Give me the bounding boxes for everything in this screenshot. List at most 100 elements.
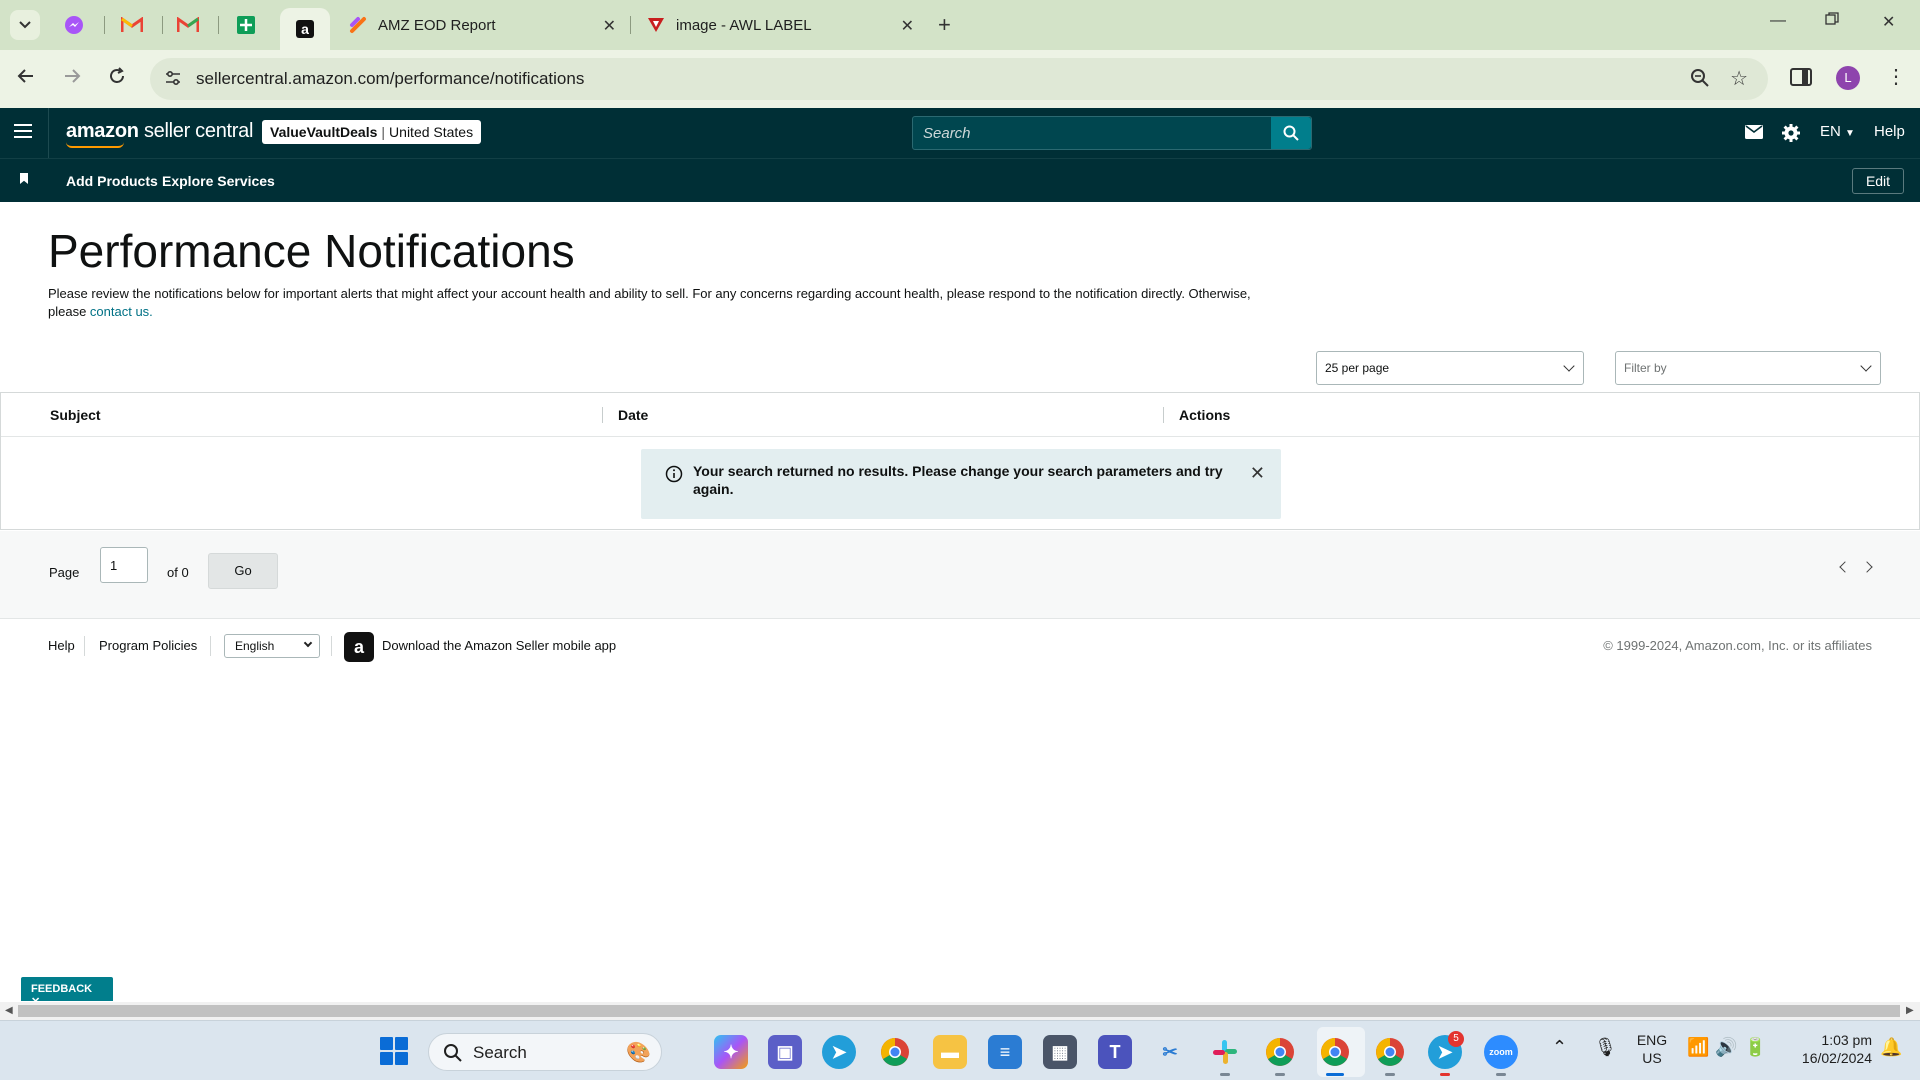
bookmark-star-icon[interactable]: ☆ [1730,66,1748,91]
pinned-tab-sheets[interactable] [228,10,264,40]
telegram-icon[interactable]: ➤ [822,1035,856,1069]
minimize-icon[interactable]: — [1770,12,1786,30]
address-bar[interactable]: sellercentral.amazon.com/performance/not… [150,58,1768,100]
reload-icon[interactable] [107,66,127,92]
feedback-button[interactable]: FEEDBACK ✕ [21,977,113,1008]
slack-icon[interactable] [1208,1035,1242,1069]
tab-amazon-seller-central[interactable]: a [280,8,330,50]
copilot-icon[interactable]: ✦ [714,1035,748,1069]
language-selector[interactable]: EN ▼ [1820,123,1855,140]
language-code: EN [1820,123,1841,140]
chrome-profile-1-icon[interactable] [1263,1035,1297,1069]
google-sheets-icon [237,16,255,34]
forward-icon[interactable] [62,66,82,92]
edit-shortcuts-button[interactable]: Edit [1852,168,1904,194]
horizontal-scrollbar[interactable]: ◀ ▶ [0,1002,1920,1020]
url-text[interactable]: sellercentral.amazon.com/performance/not… [196,69,584,89]
scroll-left-icon[interactable]: ◀ [5,1005,13,1016]
notifications-bell-icon[interactable]: 🔔 [1880,1037,1902,1058]
previous-page-icon[interactable] [1839,561,1851,573]
close-tab-icon[interactable]: ✕ [901,16,914,36]
bookmark-icon[interactable] [20,173,28,184]
go-button[interactable]: Go [208,553,278,589]
teams-chat-icon[interactable]: ▣ [768,1035,802,1069]
restore-icon[interactable] [1825,12,1839,31]
column-header-subject[interactable]: Subject [50,407,101,423]
amazon-seller-app-icon[interactable]: a [344,632,374,662]
input-language-indicator[interactable]: ENG US [1634,1031,1670,1067]
battery-icon[interactable]: 🔋 [1744,1037,1766,1058]
dismiss-alert-icon[interactable]: ✕ [1250,463,1265,484]
close-tab-icon[interactable]: ✕ [603,16,616,36]
tab-title: image - AWL LABEL [676,16,812,34]
help-link[interactable]: Help [1874,123,1905,140]
footer-divider [331,636,332,656]
zoom-app-icon[interactable]: zoom [1484,1035,1518,1069]
filter-select[interactable]: Filter by [1615,351,1881,385]
tab-separator [104,16,105,34]
settings-gear-icon[interactable] [1781,123,1801,148]
running-indicator [1275,1073,1285,1076]
show-hidden-icons-icon[interactable]: ⌃ [1552,1037,1567,1058]
tab-separator [218,16,219,34]
chevron-down-icon [1860,360,1872,372]
pinned-tab-messenger[interactable] [56,10,92,40]
wifi-icon[interactable]: 📶 [1687,1037,1709,1058]
search-button[interactable] [1271,117,1311,149]
file-explorer-icon[interactable]: ▬ [933,1035,967,1069]
pinned-tab-gmail-2[interactable] [170,10,206,40]
microsoft-teams-icon[interactable]: T [1098,1035,1132,1069]
snipping-tool-icon[interactable]: ✂ [1153,1035,1187,1069]
column-header-date[interactable]: Date [618,407,648,423]
chrome-icon[interactable] [878,1035,912,1069]
page-footer: Help Program Policies English a Download… [0,630,1920,662]
clock[interactable]: 1:03 pm 16/02/2024 [1782,1031,1872,1067]
close-window-icon[interactable]: ✕ [1882,12,1895,32]
footer-language-select[interactable]: English [224,634,320,658]
zoom-icon[interactable] [1690,68,1710,93]
tab-awl-label[interactable]: image - AWL LABEL ✕ [634,8,924,42]
notepad-icon[interactable]: ≡ [988,1035,1022,1069]
mail-icon[interactable] [1745,125,1763,144]
taskbar-search[interactable]: Search 🎨 [428,1033,662,1071]
scrollbar-thumb[interactable] [18,1005,1900,1017]
menu-icon[interactable] [14,124,32,138]
search-icon [1283,125,1299,141]
chrome-profile-l-icon[interactable] [1318,1035,1352,1069]
page-number-input[interactable]: 1 [100,547,148,583]
browser-menu-icon[interactable]: ⋮ [1886,64,1906,89]
add-products-link[interactable]: Add Products [66,173,158,189]
new-tab-icon[interactable]: + [938,12,951,38]
download-app-link[interactable]: Download the Amazon Seller mobile app [382,638,616,653]
chrome-profile-j-icon[interactable] [1373,1035,1407,1069]
contact-us-link[interactable]: contact us. [90,304,153,319]
back-icon[interactable] [16,66,36,92]
no-results-alert: Your search returned no results. Please … [641,449,1281,519]
seller-central-logo[interactable]: amazon seller central [66,120,253,143]
explore-services-link[interactable]: Explore Services [162,173,275,189]
profile-avatar[interactable]: L [1836,66,1860,90]
tab-search-button[interactable] [10,10,40,40]
footer-help-link[interactable]: Help [48,638,75,653]
site-info-icon[interactable] [164,69,182,92]
header-search-input[interactable]: Search [912,116,1312,150]
per-page-value: 25 per page [1325,361,1390,375]
store-switcher[interactable]: ValueVaultDeals | United States [262,120,482,144]
pinned-tab-gmail-1[interactable] [114,10,150,40]
side-panel-icon[interactable] [1790,68,1812,86]
tab-amz-eod-report[interactable]: AMZ EOD Report ✕ [336,8,626,42]
description-text: Please review the notifications below fo… [48,286,1251,319]
microphone-icon[interactable]: 🎙 [1594,1037,1617,1058]
calculator-icon[interactable]: ▦ [1043,1035,1077,1069]
scroll-right-icon[interactable]: ▶ [1906,1005,1914,1016]
footer-divider [210,636,211,656]
volume-icon[interactable]: 🔊 [1715,1037,1737,1058]
language-bottom: US [1642,1050,1662,1066]
notifications-table: Subject Date Actions Your search returne… [0,392,1920,530]
next-page-icon[interactable] [1861,561,1873,573]
footer-language-value: English [235,639,275,653]
seller-central-header: amazon seller central ValueVaultDeals | … [0,108,1920,158]
program-policies-link[interactable]: Program Policies [99,638,197,653]
per-page-select[interactable]: 25 per page [1316,351,1584,385]
windows-start-icon[interactable] [380,1037,408,1065]
